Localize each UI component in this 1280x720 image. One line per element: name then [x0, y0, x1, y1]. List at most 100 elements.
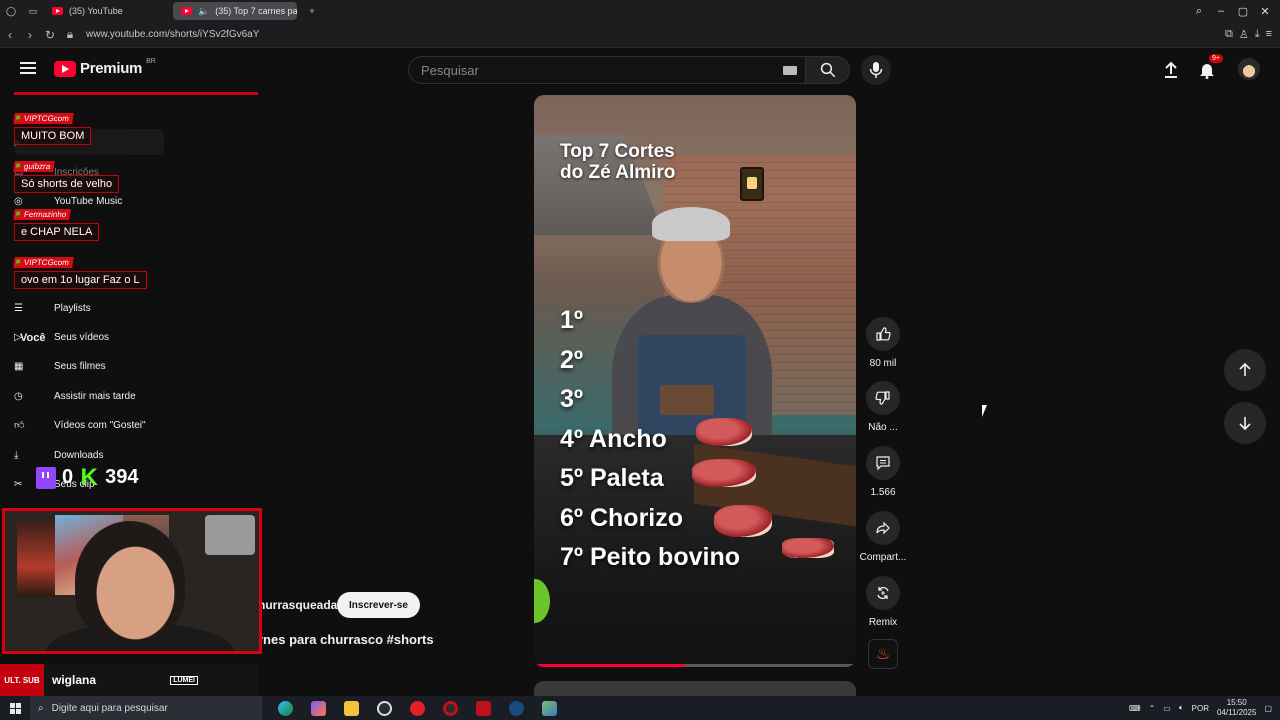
chat-message: VIPTCGcom ovo em 1o lugar Faz o L: [13, 252, 147, 289]
language-indicator[interactable]: POR: [1192, 704, 1209, 713]
remix-action: Remix: [860, 576, 906, 628]
poster-image: [17, 521, 55, 597]
browser-logo-icon[interactable]: ◯: [0, 0, 22, 22]
share-button[interactable]: [866, 511, 900, 545]
clock[interactable]: 15:50 04/11/2025: [1217, 698, 1256, 718]
sidebar-item-your-videos[interactable]: ▷ Seus vídeos: [14, 324, 164, 350]
media-player-icon[interactable]: [404, 697, 430, 719]
profile-icon[interactable]: ♙: [1239, 28, 1249, 41]
start-button[interactable]: [0, 696, 30, 720]
extensions-icon[interactable]: ⧉: [1225, 28, 1233, 41]
tab-short[interactable]: 🔈 (35) Top 7 carnes par: [173, 2, 297, 20]
notification-badge: 9+: [1209, 54, 1223, 63]
rank-item: 5º Paleta: [560, 464, 664, 492]
search-icon: [820, 62, 835, 78]
chat-message: Fermazinho e CHAP NELA: [13, 204, 100, 241]
chat-text: Só shorts de velho: [14, 175, 120, 193]
remix-button[interactable]: [866, 576, 900, 610]
avatar[interactable]: [1238, 58, 1260, 80]
video-title[interactable]: rnes para churrasco #shorts: [258, 632, 434, 647]
next-short-button[interactable]: [1224, 402, 1266, 444]
like-button[interactable]: [866, 317, 900, 351]
stream-tool-icon[interactable]: [470, 697, 496, 719]
browser-tab-bar: ◯ ▭ (35) YouTube 🔈 (35) Top 7 carnes par…: [0, 0, 1280, 22]
comments-button[interactable]: [866, 446, 900, 480]
keyboard-icon[interactable]: [783, 66, 797, 75]
search-input[interactable]: [409, 57, 749, 83]
windows-logo-icon: [9, 702, 21, 714]
youtube-logo[interactable]: Premium BR: [54, 58, 156, 77]
download-icon: ⤓: [14, 449, 19, 461]
subscribe-button[interactable]: Inscrever-se: [337, 592, 420, 618]
sound-button[interactable]: ♨: [868, 639, 898, 669]
sidebar-item-playlists[interactable]: ☰ Playlists: [14, 295, 164, 321]
back-icon[interactable]: ‹: [0, 28, 20, 42]
steam-app-icon[interactable]: [503, 697, 529, 719]
upload-button[interactable]: [1159, 58, 1183, 82]
logo-text: Premium: [80, 60, 143, 77]
sidebar-item-your-films[interactable]: ▦ Seus filmes: [14, 353, 164, 379]
youtube-favicon-icon: [181, 7, 192, 15]
youtube-favicon-icon: [52, 7, 63, 15]
search-button[interactable]: [806, 56, 850, 84]
taskbar-search-input[interactable]: [51, 702, 242, 714]
notification-center-icon[interactable]: ▢: [1264, 704, 1272, 713]
previous-short-button[interactable]: [1224, 349, 1266, 391]
video-icon: ▷: [14, 331, 22, 343]
volume-icon[interactable]: 🔈︎: [1179, 703, 1184, 713]
sidebar-item-watch-later[interactable]: ◷ Assistir mais tarde: [14, 383, 164, 409]
sidebar-item-liked-videos[interactable]: 👍︎ Vídeos com "Gostei": [14, 412, 164, 438]
clock-icon: ◷: [14, 390, 23, 402]
remix-icon: [877, 586, 889, 600]
search-tabs-icon[interactable]: ⌕: [1190, 5, 1208, 18]
voice-search-button[interactable]: [861, 55, 891, 85]
short-video-player[interactable]: Top 7 Cortes do Zé Almiro 1º 2º 3º 4º An…: [534, 95, 856, 667]
comment-count: 1.566: [870, 487, 896, 498]
logo-region: BR: [146, 58, 156, 65]
network-icon[interactable]: ▭: [1163, 704, 1171, 713]
playlists-icon: ☰: [14, 302, 23, 314]
share-icon: [876, 521, 890, 535]
streamer-name: wiglana: [52, 673, 97, 687]
minimize-icon[interactable]: –: [1212, 5, 1230, 18]
maximize-icon[interactable]: ▢: [1234, 5, 1252, 18]
arrow-down-icon: [1239, 417, 1251, 430]
forward-icon[interactable]: ›: [20, 28, 40, 42]
title-line: Top 7 Cortes: [560, 141, 675, 162]
notifications-button[interactable]: 9+: [1195, 54, 1223, 82]
workspaces-icon[interactable]: ▭: [22, 0, 44, 22]
streamer-face: [75, 521, 185, 641]
menu-icon[interactable]: [20, 62, 36, 74]
url-field[interactable]: www.youtube.com/shorts/iYSv2fGv6aY: [86, 29, 259, 40]
comment-icon: [876, 456, 890, 471]
video-progress-bar[interactable]: [534, 664, 856, 667]
chat-text: ovo em 1o lugar Faz o L: [14, 271, 147, 289]
video-progress-fill: [534, 664, 686, 667]
file-explorer-icon[interactable]: [338, 697, 364, 719]
keyboard-icon[interactable]: ⌨: [1129, 704, 1141, 713]
share-action: Compart...: [860, 511, 906, 563]
downloads-icon[interactable]: ⤓: [1255, 28, 1260, 41]
copilot-app-icon[interactable]: [305, 697, 331, 719]
chevron-up-icon[interactable]: ⌃: [1149, 704, 1156, 713]
dislike-button[interactable]: [866, 381, 900, 415]
remix-label: Remix: [868, 617, 898, 628]
close-icon[interactable]: ✕: [1256, 5, 1274, 18]
edge-app-icon[interactable]: [272, 697, 298, 719]
obs-app-icon[interactable]: [371, 697, 397, 719]
image-app-icon[interactable]: [536, 697, 562, 719]
thumbs-up-icon: [876, 327, 891, 341]
youtube-logo-icon: [54, 60, 76, 77]
title-line: do Zé Almiro: [560, 162, 676, 183]
opera-app-icon[interactable]: [437, 697, 463, 719]
menu-icon[interactable]: ≡: [1266, 28, 1272, 41]
screen: ◯ ▭ (35) YouTube 🔈 (35) Top 7 carnes par…: [0, 0, 1280, 720]
channel-name[interactable]: hurrasqueadas: [258, 598, 344, 612]
flame-icon: ♨: [875, 646, 891, 663]
chat-message: guibzra Só shorts de velho: [13, 156, 120, 193]
new-tab-icon[interactable]: +: [301, 0, 323, 22]
address-bar: ‹ › ↻ 🔒︎ www.youtube.com/shorts/iYSv2fGv…: [0, 22, 1280, 48]
comment-action: 1.566: [860, 446, 906, 498]
tab-youtube[interactable]: (35) YouTube: [44, 2, 169, 20]
reload-icon[interactable]: ↻: [40, 28, 60, 42]
